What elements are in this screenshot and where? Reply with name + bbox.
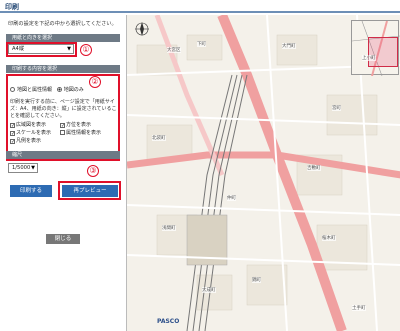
map-place-label: 大門町 bbox=[282, 43, 296, 49]
paper-section-header: 用紙と向きを選択 bbox=[6, 34, 120, 42]
scale-section-header: 縮尺 bbox=[6, 151, 120, 159]
map-preview[interactable]: 大宮区 下町 大門町 宮町 北袋町 吉敷町 浅間町 桜木町 錦町 大成町 上小町… bbox=[126, 15, 400, 331]
map-place-label: 下町 bbox=[197, 41, 206, 47]
map-place-label: 仲町 bbox=[227, 195, 236, 201]
print-settings-panel: 印刷の設定を下記の中から選択してください。 用紙と向きを選択 A4縦 ▼ ① 印… bbox=[0, 15, 126, 331]
map-place-label: 浅間町 bbox=[162, 225, 176, 231]
map-place-label: 土手町 bbox=[352, 305, 366, 311]
instruction-text: 印刷の設定を下記の中から選択してください。 bbox=[8, 21, 117, 27]
overview-inset-map bbox=[351, 20, 400, 77]
close-button[interactable]: 閉じる bbox=[46, 234, 80, 244]
overview-extent-frame bbox=[368, 37, 398, 67]
map-place-label: 桜木町 bbox=[322, 235, 336, 241]
pasco-logo: PASCO bbox=[157, 318, 180, 325]
callout-box-3 bbox=[58, 181, 121, 200]
title-bar: 印刷 bbox=[0, 0, 400, 13]
map-place-label: 上小町 bbox=[362, 55, 376, 61]
map-place-label: 大成町 bbox=[202, 287, 216, 293]
map-place-label: 錦町 bbox=[252, 277, 261, 283]
map-place-label: 吉敷町 bbox=[307, 165, 321, 171]
callout-box-1 bbox=[6, 42, 77, 57]
print-button[interactable]: 印刷する bbox=[10, 185, 52, 197]
scale-select[interactable]: 1/5000 ▼ bbox=[8, 163, 38, 173]
callout-number-3: ③ bbox=[87, 165, 99, 177]
page-title: 印刷 bbox=[5, 3, 19, 11]
callout-box-2 bbox=[6, 74, 120, 161]
callout-number-2: ② bbox=[89, 76, 101, 88]
content-section-header: 印刷する内容を選択 bbox=[6, 65, 120, 73]
north-arrow-icon bbox=[135, 22, 149, 36]
map-place-label: 大宮区 bbox=[167, 47, 181, 53]
callout-number-1: ① bbox=[80, 44, 92, 56]
map-place-label: 宮町 bbox=[332, 105, 341, 111]
map-place-label: 北袋町 bbox=[152, 135, 166, 141]
chevron-down-icon: ▼ bbox=[31, 165, 35, 171]
scale-value: 1/5000 bbox=[12, 165, 31, 171]
